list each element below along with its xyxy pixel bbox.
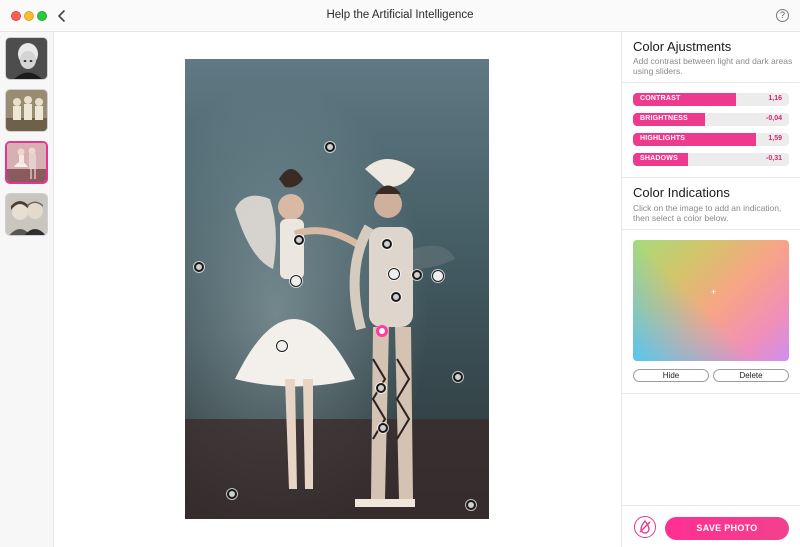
color-marker[interactable] <box>376 383 386 393</box>
slider-value: 1,59 <box>768 135 782 142</box>
color-marker[interactable] <box>227 489 237 499</box>
color-marker[interactable] <box>290 275 302 287</box>
settings-panel: Color Ajustments Add contrast between li… <box>621 32 800 547</box>
thumbnail-couple[interactable] <box>5 193 48 236</box>
thumbnail-portrait-woman[interactable] <box>5 37 48 80</box>
divider <box>622 177 800 178</box>
color-marker[interactable] <box>194 262 204 272</box>
picker-crosshair-icon: + <box>711 287 717 297</box>
window-title: Help the Artificial Intelligence <box>326 9 474 21</box>
color-marker[interactable] <box>432 270 444 282</box>
color-marker-selected[interactable] <box>376 325 388 337</box>
color-adjustments-title: Color Ajustments <box>633 39 732 54</box>
title-bar: Help the Artificial Intelligence ? <box>0 0 800 32</box>
slider-label: CONTRAST <box>640 95 681 102</box>
highlights-slider[interactable]: HIGHLIGHTS 1,59 <box>633 133 789 146</box>
slider-value: -0,04 <box>766 115 782 122</box>
image-canvas <box>54 32 621 547</box>
slider-label: BRIGHTNESS <box>640 115 688 122</box>
color-indications-description: Click on the image to add an indication,… <box>633 203 782 223</box>
brightness-slider[interactable]: BRIGHTNESS -0,04 <box>633 113 789 126</box>
help-icon[interactable]: ? <box>776 9 789 22</box>
color-indications-title: Color Indications <box>633 185 730 200</box>
delete-button[interactable]: Delete <box>713 369 789 382</box>
color-marker[interactable] <box>382 239 392 249</box>
photo-preview[interactable] <box>185 59 489 519</box>
color-picker-gradient[interactable]: + <box>633 240 789 361</box>
hide-button[interactable]: Hide <box>633 369 709 382</box>
slider-value: 1,16 <box>768 95 782 102</box>
color-marker[interactable] <box>378 423 388 433</box>
thumbnail-group-dancers[interactable] <box>5 89 48 132</box>
slider-label: SHADOWS <box>640 155 678 162</box>
color-drop-off-icon[interactable] <box>634 516 656 538</box>
color-marker[interactable] <box>294 235 304 245</box>
color-marker[interactable] <box>412 270 422 280</box>
color-marker[interactable] <box>276 340 288 352</box>
photo-sidebar <box>0 32 54 547</box>
panel-footer: SAVE PHOTO <box>622 505 800 547</box>
divider <box>622 393 800 394</box>
save-photo-button[interactable]: SAVE PHOTO <box>665 517 789 540</box>
color-marker[interactable] <box>388 268 400 280</box>
color-marker[interactable] <box>453 372 463 382</box>
color-picker-overlay <box>633 240 789 361</box>
slider-value: -0,31 <box>766 155 782 162</box>
slider-label: HIGHLIGHTS <box>640 135 686 142</box>
divider <box>622 229 800 230</box>
thumbnail-two-dancers[interactable] <box>5 141 48 184</box>
color-marker[interactable] <box>391 292 401 302</box>
color-marker[interactable] <box>325 142 335 152</box>
contrast-slider[interactable]: CONTRAST 1,16 <box>633 93 789 106</box>
color-marker[interactable] <box>466 500 476 510</box>
color-adjustments-description: Add contrast between light and dark area… <box>633 56 793 76</box>
divider <box>622 82 800 83</box>
shadows-slider[interactable]: SHADOWS -0,31 <box>633 153 789 166</box>
